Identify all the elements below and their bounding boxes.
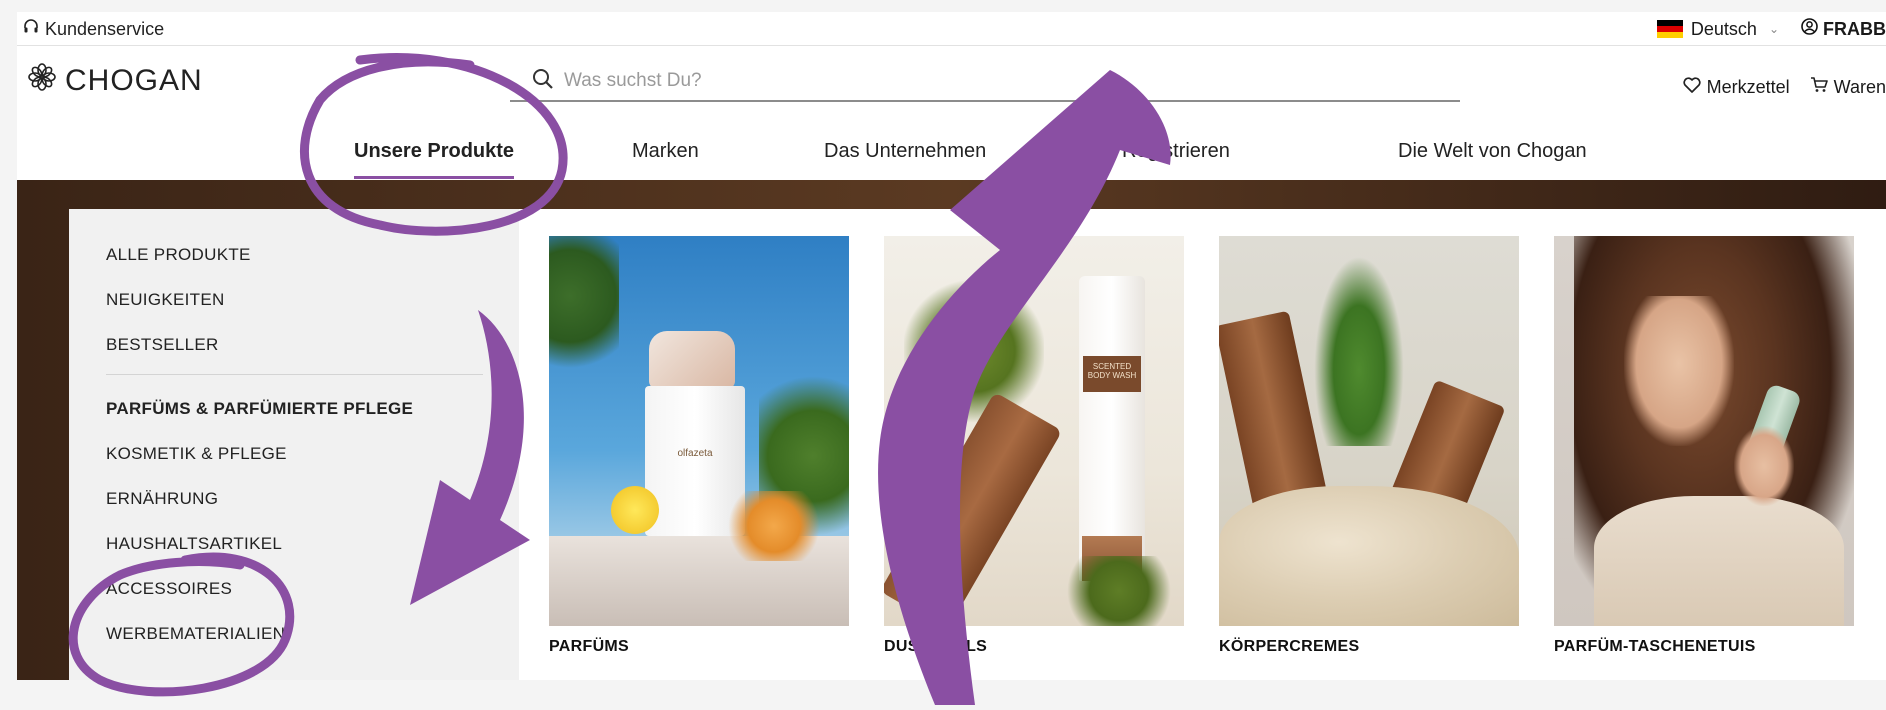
category-promo-materials[interactable]: WERBEMATERIALIEN — [106, 624, 285, 644]
language-selector[interactable]: Deutsch ⌄ — [1656, 18, 1779, 40]
product-label: PARFÜMS — [549, 638, 630, 655]
nav-label: Das Unternehmen — [824, 140, 987, 162]
search-icon — [532, 68, 554, 95]
category-accessories[interactable]: ACCESSOIRES — [106, 579, 232, 599]
nav-registrieren[interactable]: Registrieren — [1122, 140, 1230, 163]
category-news[interactable]: NEUIGKEITEN — [106, 290, 225, 310]
german-flag-icon — [1656, 20, 1683, 38]
bottle-label: olfazeta — [677, 447, 713, 459]
product-image-body-cream — [1219, 236, 1519, 626]
product-card-pocket-perfumes[interactable]: PARFÜM-TASCHENETUIS — [1554, 236, 1854, 656]
product-card-shower-gels[interactable]: SCENTED BODY WASH DUSCHGELS — [884, 236, 1184, 656]
nav-label: Marken — [632, 140, 699, 162]
user-account[interactable]: FRABB — [1801, 18, 1886, 40]
leaves-decoration — [549, 236, 619, 386]
headset-icon — [23, 18, 39, 40]
face-shape — [1624, 296, 1734, 446]
cart-label: Waren — [1833, 76, 1886, 97]
category-perfumes-care[interactable]: PARFÜMS & PARFÜMIERTE PFLEGE — [106, 399, 413, 419]
nav-label: Unsere Produkte — [354, 140, 515, 162]
nav-marken[interactable]: Marken — [632, 140, 699, 163]
palm-decoration — [1054, 556, 1184, 626]
header-actions: Merkzettel Waren — [1683, 76, 1886, 98]
product-label: PARFÜM-TASCHENETUIS — [1554, 638, 1756, 655]
wishlist-label: Merkzettel — [1706, 76, 1790, 97]
chevron-down-icon: ⌄ — [1768, 22, 1779, 36]
product-label: KÖRPERCREMES — [1219, 638, 1360, 655]
category-all-products[interactable]: ALLE PRODUKTE — [106, 245, 251, 265]
utility-right: Deutsch ⌄ FRABB — [1656, 12, 1886, 46]
flower-logo-icon — [27, 62, 57, 100]
nav-label: Die Welt von Chogan — [1398, 140, 1587, 162]
product-image-perfume: olfazeta — [549, 236, 849, 626]
nav-label: Registrieren — [1122, 140, 1230, 162]
nav-die-welt-von-chogan[interactable]: Die Welt von Chogan — [1398, 140, 1587, 163]
category-nutrition[interactable]: ERNÄHRUNG — [106, 489, 218, 509]
perfume-cap — [649, 331, 735, 389]
nav-unsere-produkte[interactable]: Unsere Produkte — [354, 140, 515, 179]
product-label: DUSCHGELS — [884, 638, 988, 655]
cart-icon — [1810, 76, 1828, 98]
language-label: Deutsch — [1690, 18, 1757, 39]
nav-active-underline — [354, 176, 515, 179]
category-menu: ALLE PRODUKTE NEUIGKEITEN BESTSELLER PAR… — [69, 209, 519, 680]
user-circle-icon — [1801, 18, 1818, 40]
flowers-decoration — [719, 491, 829, 561]
blouse-shape — [1594, 496, 1844, 626]
category-bestseller[interactable]: BESTSELLER — [106, 335, 219, 355]
customer-service-link[interactable]: Kundenservice — [23, 12, 164, 46]
page: Kundenservice Deutsch ⌄ FRABB CHOGAN Was… — [17, 12, 1886, 680]
tube-label: SCENTED BODY WASH — [1083, 356, 1141, 392]
product-image-shower-gel: SCENTED BODY WASH — [884, 236, 1184, 626]
main-nav: Unsere Produkte Marken Das Unternehmen R… — [17, 140, 1886, 180]
nav-das-unternehmen[interactable]: Das Unternehmen — [824, 140, 986, 163]
product-card-body-creams[interactable]: KÖRPERCREMES — [1219, 236, 1519, 656]
category-cosmetics[interactable]: KOSMETIK & PFLEGE — [106, 444, 287, 464]
product-card-perfumes[interactable]: olfazeta PARFÜMS — [549, 236, 849, 656]
customer-service-label: Kundenservice — [45, 18, 165, 39]
category-divider — [106, 374, 483, 375]
tube-brown — [884, 391, 1063, 626]
product-image-pocket-perfume — [1554, 236, 1854, 626]
logo-text: CHOGAN — [65, 64, 203, 97]
logo[interactable]: CHOGAN — [27, 62, 203, 100]
hand-shape — [1734, 426, 1794, 506]
utility-bar: Kundenservice Deutsch ⌄ FRABB — [17, 12, 1886, 46]
lemon-decoration — [611, 486, 659, 534]
mega-menu: ALLE PRODUKTE NEUIGKEITEN BESTSELLER PAR… — [69, 209, 1886, 680]
search-input[interactable] — [564, 70, 1164, 92]
wishlist-link[interactable]: Merkzettel — [1683, 77, 1790, 98]
rock-decoration — [1219, 486, 1519, 626]
user-name: FRABB — [1823, 18, 1886, 39]
cart-link[interactable]: Waren — [1810, 76, 1886, 98]
palm-decoration — [904, 276, 1044, 426]
grass-decoration — [1314, 256, 1404, 446]
category-household[interactable]: HAUSHALTSARTIKEL — [106, 534, 282, 554]
heart-icon — [1683, 76, 1701, 98]
search-bar[interactable] — [510, 62, 1460, 102]
